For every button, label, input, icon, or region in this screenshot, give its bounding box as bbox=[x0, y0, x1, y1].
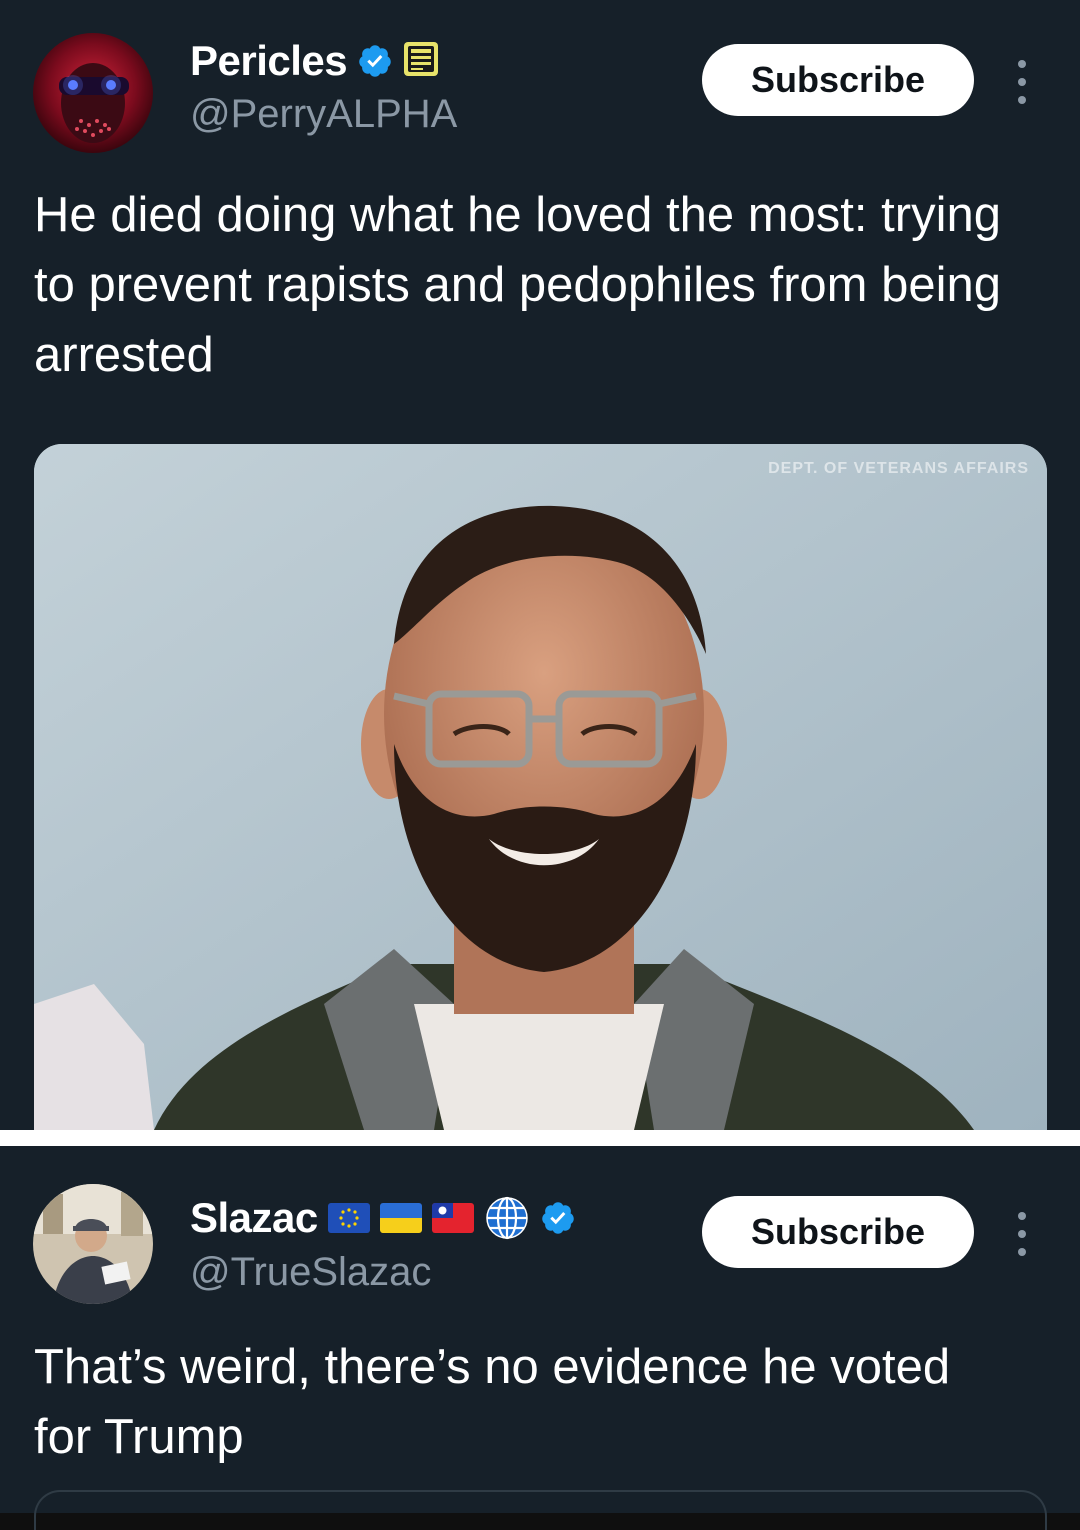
author-row: Slazac bbox=[190, 1193, 576, 1243]
avatar-slazac[interactable] bbox=[33, 1184, 153, 1304]
author-row: Pericles bbox=[190, 36, 439, 86]
globe-icon bbox=[486, 1196, 528, 1240]
avatar-image bbox=[33, 1184, 153, 1304]
post-media-photo[interactable]: DEPT. OF VETERANS AFFAIRS bbox=[34, 444, 1047, 1130]
taiwan-flag-icon bbox=[431, 1203, 474, 1233]
ukraine-flag-icon bbox=[379, 1203, 422, 1233]
handle[interactable]: @TrueSlazac bbox=[190, 1250, 431, 1295]
verified-badge-icon bbox=[357, 43, 393, 79]
display-name[interactable]: Pericles bbox=[190, 37, 348, 85]
post-text: That’s weird, there’s no evidence he vot… bbox=[34, 1340, 951, 1464]
subscribe-button[interactable]: Subscribe bbox=[702, 1196, 974, 1268]
display-name[interactable]: Slazac bbox=[190, 1194, 318, 1242]
eu-flag-icon bbox=[327, 1203, 370, 1233]
avatar-image bbox=[33, 33, 153, 153]
portrait-photo bbox=[34, 444, 1047, 1130]
post-slazac: Slazac @TrueSlazac Subscribe That’s weir… bbox=[0, 1146, 1080, 1513]
more-options-icon[interactable] bbox=[1016, 1212, 1028, 1256]
subscribe-button[interactable]: Subscribe bbox=[702, 44, 974, 116]
post-text: He died doing what he loved the most: tr… bbox=[34, 188, 1001, 382]
avatar-pericles[interactable] bbox=[33, 33, 153, 153]
post-pericles: Pericles @PerryALPHA Subscribe He died d… bbox=[0, 0, 1080, 1130]
handle[interactable]: @PerryALPHA bbox=[190, 92, 457, 137]
photo-watermark: DEPT. OF VETERANS AFFAIRS bbox=[768, 460, 1029, 477]
more-options-icon[interactable] bbox=[1016, 60, 1028, 104]
quoted-post-card[interactable] bbox=[34, 1490, 1047, 1530]
affiliate-badge-icon bbox=[403, 41, 439, 82]
verified-badge-icon bbox=[540, 1200, 576, 1236]
post-divider bbox=[0, 1130, 1080, 1146]
